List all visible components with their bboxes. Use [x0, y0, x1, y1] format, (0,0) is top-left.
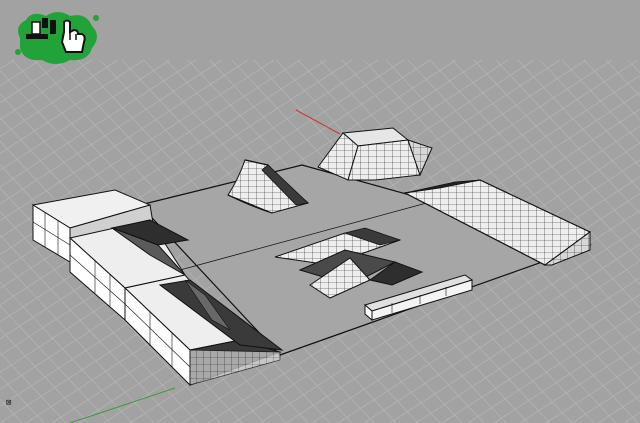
- world-axes-icon: ⊠: [6, 398, 12, 408]
- skateboarder-hand-icon: [15, 12, 99, 64]
- x-axis-line: [295, 109, 341, 135]
- grid-line: [0, 59, 15, 70]
- funbox-pyramid[interactable]: [317, 127, 433, 181]
- perspective-viewport[interactable]: ⊠: [0, 0, 640, 423]
